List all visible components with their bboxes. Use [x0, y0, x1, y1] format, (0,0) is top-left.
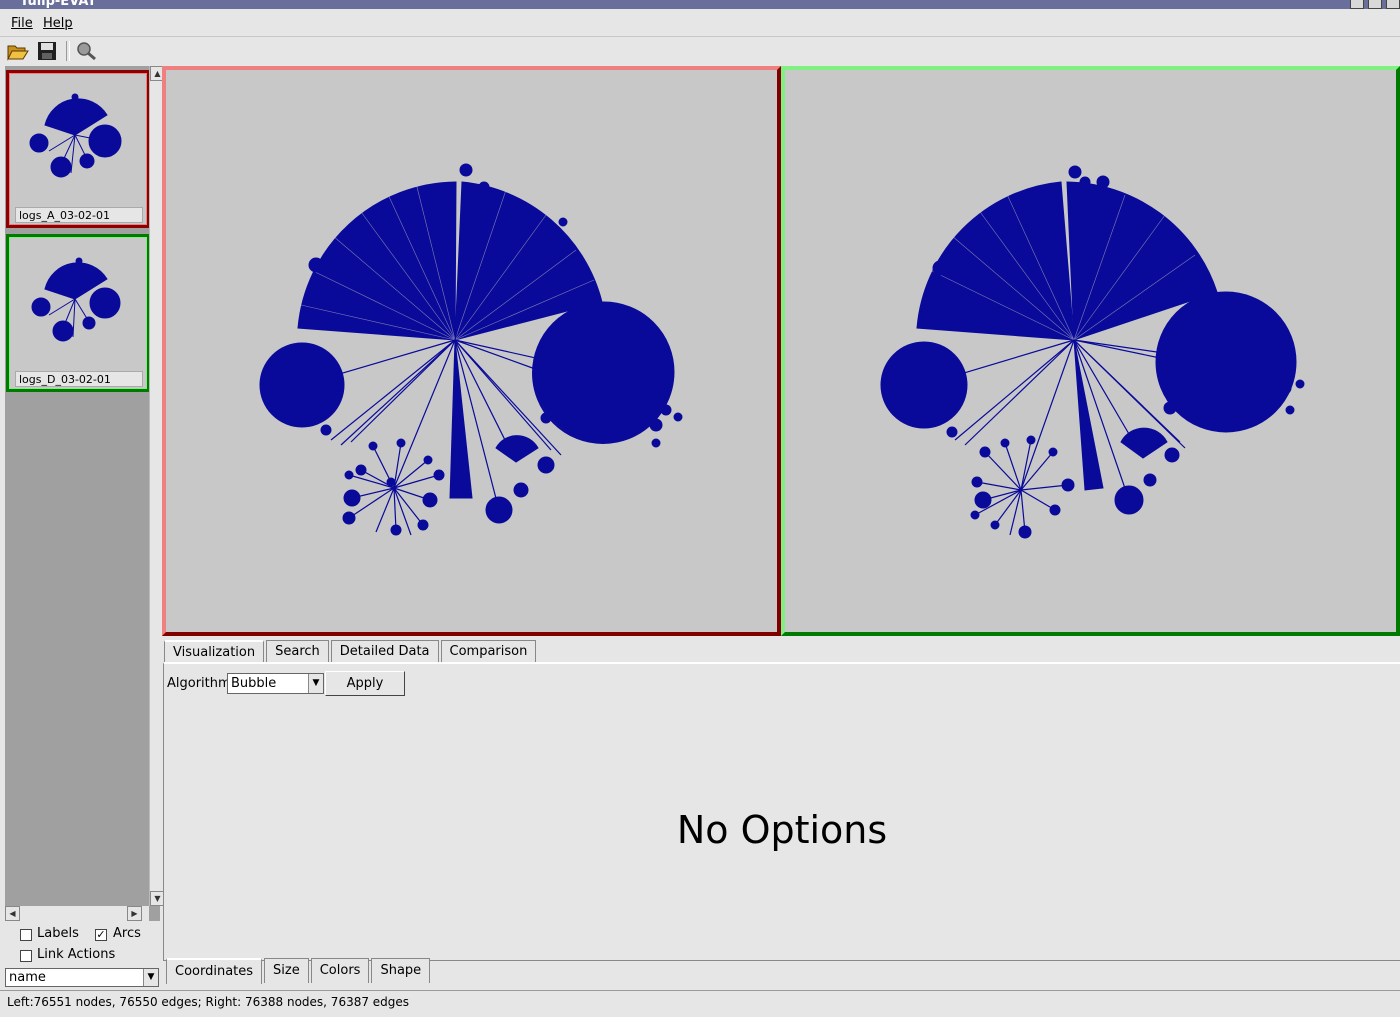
- tab-visualization[interactable]: Visualization: [164, 640, 265, 664]
- thumbnail-label: logs_A_03-02-01: [15, 207, 143, 223]
- chevron-down-icon: ▼: [143, 969, 158, 986]
- link-actions-checkbox-label: Link Actions: [37, 947, 116, 962]
- tab-comparison[interactable]: Comparison: [440, 640, 537, 663]
- status-text: Left:76551 nodes, 76550 edges; Right: 76…: [7, 995, 410, 1009]
- no-options-message: No Options: [676, 808, 888, 852]
- tab-search[interactable]: Search: [266, 640, 329, 663]
- property-tab-bar: Coordinates Size Colors Shape: [166, 958, 432, 984]
- close-button[interactable]: [1386, 0, 1400, 9]
- link-actions-checkbox[interactable]: [20, 950, 32, 962]
- right-graph-view[interactable]: [781, 66, 1400, 636]
- algorithm-select-value: Bubble: [231, 676, 277, 691]
- status-bar: Left:76551 nodes, 76550 edges; Right: 76…: [0, 990, 1400, 1014]
- window-title: Tulip-EVAT: [20, 0, 97, 9]
- thumbnail-panel: logs_A_03-02-01 logs_D_03-02-01 ▲ ▼ ◀ ▶: [5, 66, 165, 921]
- right-graph-canvas[interactable]: [785, 70, 1396, 632]
- minimize-button[interactable]: [1350, 0, 1364, 9]
- thumbnail-logs-d[interactable]: logs_D_03-02-01: [6, 234, 150, 392]
- open-folder-icon[interactable]: [6, 40, 30, 62]
- menu-file[interactable]: File: [11, 16, 33, 31]
- tab-detailed-data[interactable]: Detailed Data: [330, 640, 439, 663]
- tab-size[interactable]: Size: [264, 958, 309, 983]
- apply-button[interactable]: Apply: [325, 671, 405, 696]
- menu-bar: File Help: [0, 10, 1400, 37]
- property-select[interactable]: name ▼: [5, 968, 159, 987]
- thumbnail-label: logs_D_03-02-01: [15, 371, 143, 387]
- arcs-checkbox-label: Arcs: [113, 926, 141, 941]
- algorithm-select[interactable]: Bubble ▼: [227, 673, 324, 694]
- magnifier-icon[interactable]: [74, 40, 98, 62]
- algorithm-label: Algorithm: [167, 676, 231, 691]
- horizontal-scrollbar[interactable]: ◀ ▶: [5, 906, 149, 921]
- options-panel: Algorithm Bubble ▼ Apply No Options: [163, 662, 1400, 961]
- floppy-save-icon[interactable]: [35, 40, 59, 62]
- menu-help[interactable]: Help: [43, 16, 73, 31]
- scroll-right-arrow-icon[interactable]: ▶: [127, 906, 142, 921]
- labels-checkbox-label: Labels: [37, 926, 79, 941]
- chevron-down-icon: ▼: [308, 674, 323, 693]
- toolbar: [0, 37, 1400, 65]
- left-graph-view[interactable]: [162, 66, 781, 636]
- scroll-left-arrow-icon[interactable]: ◀: [5, 906, 20, 921]
- title-bar: Tulip-EVAT: [0, 0, 1400, 9]
- tab-shape[interactable]: Shape: [371, 958, 431, 983]
- thumbnail-graph-a: [29, 93, 122, 178]
- thumbnail-graph-d: [31, 257, 121, 342]
- thumbnail-logs-a[interactable]: logs_A_03-02-01: [6, 70, 150, 228]
- tab-coordinates[interactable]: Coordinates: [166, 958, 263, 984]
- labels-checkbox[interactable]: [20, 929, 32, 941]
- maximize-button[interactable]: [1368, 0, 1382, 9]
- arcs-checkbox[interactable]: ✓: [95, 929, 107, 941]
- property-select-value: name: [9, 970, 46, 985]
- visualization-tab-bar: Visualization Search Detailed Data Compa…: [164, 640, 538, 664]
- tab-colors[interactable]: Colors: [310, 958, 370, 983]
- left-graph-canvas[interactable]: [166, 70, 777, 632]
- toolbar-separator: [66, 41, 70, 61]
